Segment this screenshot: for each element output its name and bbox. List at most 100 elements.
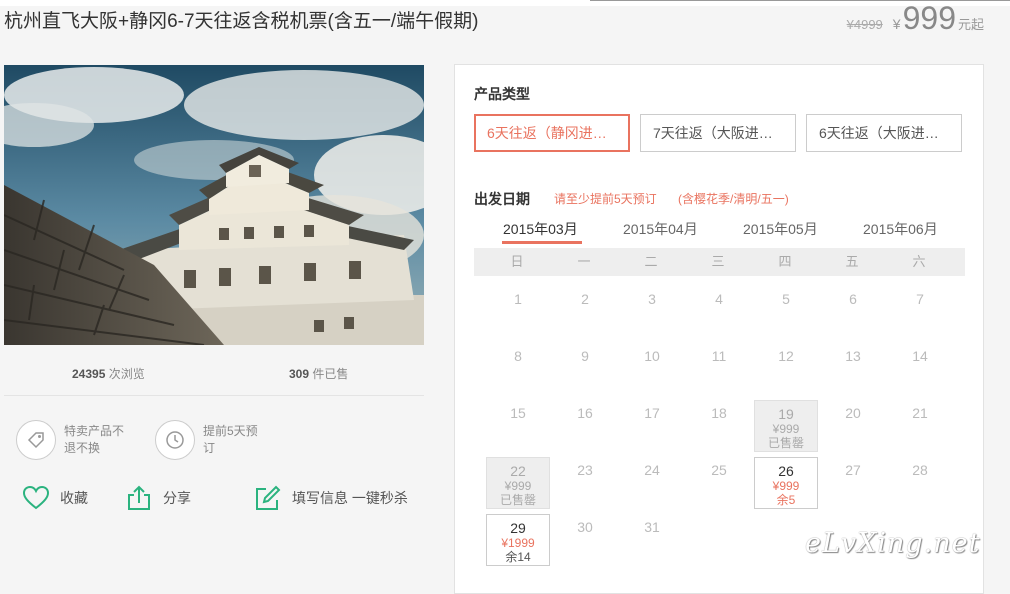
weekday-sat: 六: [912, 254, 926, 269]
calendar-day: 30: [553, 514, 617, 566]
share-button[interactable]: 分享: [125, 484, 191, 512]
calendar-day[interactable]: 19 ¥999 已售罄: [754, 400, 818, 452]
views-stat: 24395 次浏览: [72, 365, 145, 382]
views-label: 次浏览: [108, 367, 145, 381]
calendar-day: 10: [620, 343, 684, 395]
calendar-day: 12: [754, 343, 818, 395]
weekday-wed: 三: [711, 254, 725, 269]
day-status: 已售罄: [499, 493, 536, 507]
tab-month-2015-03[interactable]: 2015年03月: [503, 219, 578, 239]
product-option-2[interactable]: 7天往返（大阪进静冈出）: [640, 114, 796, 152]
day-number: 17: [644, 405, 660, 421]
day-number: 19: [778, 406, 794, 422]
product-photo: [4, 65, 424, 345]
day-price: ¥1999: [501, 536, 535, 550]
tab-month-2015-05[interactable]: 2015年05月: [743, 219, 818, 239]
favorite-label: 收藏: [60, 490, 88, 506]
day-number: 28: [912, 462, 928, 478]
product-option-1[interactable]: 6天往返（静冈进大阪出）: [474, 114, 630, 152]
active-month-underline: [502, 241, 582, 244]
day-number: 26: [778, 463, 794, 479]
day-number: 2: [581, 291, 589, 307]
day-number: 10: [644, 348, 660, 364]
season-note: (含樱花季/清明/五一): [678, 192, 789, 206]
product-option-3[interactable]: 6天往返（大阪进静冈出）: [806, 114, 962, 152]
weekday-sun: 日: [510, 254, 524, 269]
clock-icon: [155, 420, 195, 460]
day-number: 5: [782, 291, 790, 307]
weekday-fri: 五: [845, 254, 859, 269]
day-number: 8: [514, 348, 522, 364]
day-number: 13: [845, 348, 861, 364]
calendar-day: 15: [486, 400, 550, 452]
currency-symbol: ¥: [892, 16, 901, 32]
share-label: 分享: [163, 490, 191, 506]
day-number: 1: [514, 291, 522, 307]
share-icon: [128, 485, 150, 510]
calendar-day: 17: [620, 400, 684, 452]
product-stats: 24395 次浏览 309 件已售: [4, 365, 424, 381]
day-price: ¥999: [772, 479, 800, 493]
page-title: 杭州直飞大阪+静冈6-7天往返含税机票(含五一/端午假期): [4, 11, 479, 32]
departure-date-label: 出发日期: [474, 191, 530, 207]
day-number: 30: [577, 519, 593, 535]
fill-info-button[interactable]: 填写信息 一键秒杀: [254, 484, 408, 512]
day-status: 余5: [776, 493, 796, 507]
calendar-day[interactable]: 26 ¥999 余5: [754, 457, 818, 509]
date-notes: 请至少提前5天预订 (含樱花季/清明/五一): [554, 190, 807, 207]
day-number: 29: [510, 520, 526, 536]
calendar-day: 4: [687, 286, 751, 338]
price-box: ¥4999 ¥ 999 元起: [847, 0, 984, 37]
tab-month-2015-06[interactable]: 2015年06月: [863, 219, 938, 239]
original-price: ¥4999: [846, 17, 883, 32]
calendar-day: 3: [620, 286, 684, 338]
favorite-button[interactable]: 收藏: [22, 484, 88, 512]
calendar-day: 14: [888, 343, 952, 395]
day-number: 25: [711, 462, 727, 478]
calendar-day: 28: [888, 457, 952, 509]
calendar-day: 6: [821, 286, 885, 338]
sold-count: 309: [289, 367, 310, 381]
day-number: 20: [845, 405, 861, 421]
product-type-label: 产品类型: [474, 86, 530, 102]
badge-advance-booking-text: 提前5天预订: [203, 424, 258, 455]
sold-label: 件已售: [312, 367, 349, 381]
weekday-mon: 一: [577, 254, 591, 269]
tab-month-2015-04[interactable]: 2015年04月: [623, 219, 698, 239]
day-number: 24: [644, 462, 660, 478]
calendar-day[interactable]: 22 ¥999 已售罄: [486, 457, 550, 509]
day-number: 4: [715, 291, 723, 307]
advance-note: 请至少提前5天预订: [554, 192, 657, 206]
calendar-day: 13: [821, 343, 885, 395]
calendar-day: 7: [888, 286, 952, 338]
fill-info-label: 填写信息 一键秒杀: [292, 490, 408, 506]
day-status: 余14: [505, 550, 531, 564]
day-number: 27: [845, 462, 861, 478]
day-price: ¥999: [772, 422, 800, 436]
weekday-tue: 二: [644, 254, 658, 269]
day-number: 11: [711, 348, 727, 364]
calendar-day: 5: [754, 286, 818, 338]
calendar-day[interactable]: 29 ¥1999 余14: [486, 514, 550, 566]
day-number: 23: [577, 462, 593, 478]
tag-icon: [16, 420, 56, 460]
heart-icon: [22, 485, 50, 510]
day-number: 18: [711, 405, 727, 421]
views-count: 24395: [72, 367, 106, 381]
calendar-day: 25: [687, 457, 751, 509]
day-number: 7: [916, 291, 924, 307]
day-number: 16: [577, 405, 593, 421]
day-number: 15: [510, 405, 526, 421]
day-number: 3: [648, 291, 656, 307]
day-number: 14: [912, 348, 928, 364]
calendar-day: 9: [553, 343, 617, 395]
day-number: 9: [581, 348, 589, 364]
calendar-day: 23: [553, 457, 617, 509]
current-price: 999: [902, 0, 956, 36]
badge-no-refund-text: 特卖产品不退不换: [64, 424, 125, 455]
weekday-thu: 四: [778, 254, 792, 269]
calendar-day: 2: [553, 286, 617, 338]
day-number: 22: [510, 463, 526, 479]
calendar-day: 16: [553, 400, 617, 452]
calendar-day: 21: [888, 400, 952, 452]
